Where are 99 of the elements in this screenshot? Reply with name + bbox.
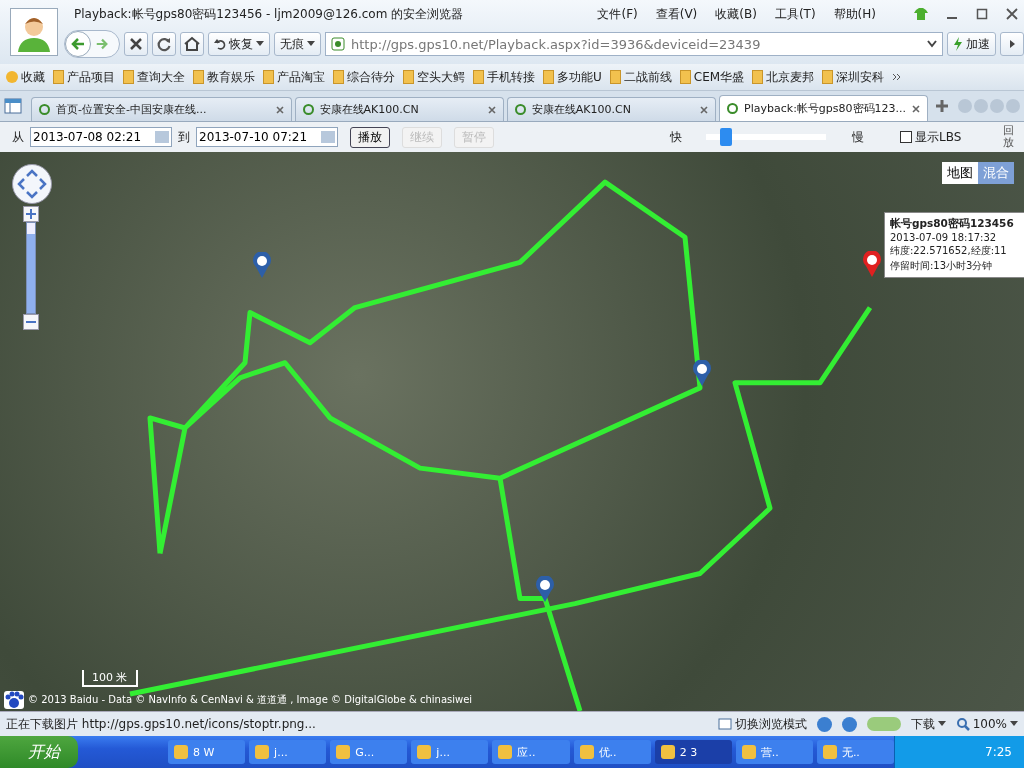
refresh-icon bbox=[156, 36, 172, 52]
close-tab-icon[interactable] bbox=[487, 105, 496, 114]
clock: 7:25 bbox=[985, 745, 1012, 759]
bookmark-item[interactable]: CEM华盛 bbox=[679, 68, 745, 86]
paw-logo-icon bbox=[4, 691, 24, 709]
close-tab-icon[interactable] bbox=[275, 105, 284, 114]
window-icon bbox=[717, 718, 732, 730]
popup-time: 2013-07-09 18:17:32 bbox=[890, 232, 997, 243]
bookmark-item[interactable]: 深圳安科 bbox=[822, 68, 885, 86]
browser-tab[interactable]: 首页-位置安全-中国安康在线... bbox=[31, 97, 292, 121]
start-button[interactable]: 开始 bbox=[0, 736, 78, 768]
address-field[interactable]: http://gps.gps10.net/Playback.aspx?id=3936&deviceid=23439 bbox=[325, 32, 943, 56]
menu-item[interactable]: 帮助(H) bbox=[833, 5, 876, 23]
page-icon bbox=[331, 37, 345, 51]
popup-title: 帐号gps80密码123456 bbox=[890, 217, 1014, 231]
back-button[interactable] bbox=[65, 31, 91, 57]
taskbar-item[interactable]: G... bbox=[330, 740, 408, 764]
taskbar-item[interactable]: j... bbox=[411, 740, 489, 764]
lightning-icon bbox=[953, 37, 963, 51]
avatar-icon[interactable] bbox=[10, 8, 58, 56]
play-triangle-icon bbox=[1007, 39, 1017, 49]
chevron-down-icon[interactable] bbox=[927, 40, 937, 48]
close-tab-icon[interactable] bbox=[700, 105, 709, 114]
incognito-button[interactable]: 无痕 bbox=[274, 32, 321, 56]
zoom-slider[interactable] bbox=[26, 222, 36, 314]
bookmark-item[interactable]: 查询大全 bbox=[123, 68, 185, 86]
speedup-button[interactable]: 加速 bbox=[947, 32, 996, 56]
popup-coords: 纬度:22.571652,经度:11 bbox=[890, 244, 1007, 258]
close-tab-icon[interactable] bbox=[912, 104, 920, 113]
zoom-in-button[interactable] bbox=[23, 206, 39, 222]
bookmark-item[interactable]: 手机转接 bbox=[473, 68, 535, 86]
status-text: 正在下载图片 http://gps.gps10.net/icons/stoptr.png... bbox=[6, 715, 317, 733]
caret-icon bbox=[937, 721, 946, 727]
bookmark-item[interactable]: 产品项目 bbox=[53, 68, 115, 86]
stop-icon bbox=[129, 37, 143, 51]
browser-tab[interactable]: Playback:帐号gps80密码123... bbox=[719, 95, 928, 121]
satellite-map[interactable]: 地图 混合 帐号gps80密码123456 2013-07-09 18:17:32 纬度:22.571652,经度:11 停留时间:13小时3分钟 100 米 © 2013 Baidu - Data © NavInfo & CenNavi & 道道通 , Image © DigitalGlobe & chinasiwei bbox=[0, 152, 1024, 711]
menu-item[interactable]: 文件(F) bbox=[597, 5, 638, 23]
back-arrow-icon bbox=[70, 36, 86, 52]
map-copyright: © 2013 Baidu - Data © NavInfo & CenNavi & 道道通 , Image © DigitalGlobe & chinasiwei bbox=[28, 693, 473, 707]
zoom-button[interactable]: 100% bbox=[955, 717, 1018, 731]
forward-arrow-icon bbox=[95, 37, 109, 51]
undo-icon bbox=[214, 38, 226, 50]
date-field[interactable]: 2013-07-08 02:21 bbox=[30, 127, 172, 147]
taskbar-item[interactable]: 无.. bbox=[816, 740, 894, 764]
new-tab-icon[interactable] bbox=[935, 99, 949, 113]
menu-item[interactable]: 收藏(B) bbox=[715, 5, 757, 23]
taskbar-item[interactable]: 优.. bbox=[573, 740, 651, 764]
start-marker-icon bbox=[862, 251, 882, 277]
shirt-icon[interactable] bbox=[914, 8, 928, 20]
caret-icon bbox=[307, 41, 315, 47]
caret-icon bbox=[1010, 721, 1018, 727]
date-field[interactable]: 2013-07-10 07:21 bbox=[196, 127, 338, 147]
bookmark-item[interactable]: 产品淘宝 bbox=[263, 68, 325, 86]
map-type-tab[interactable]: 地图 bbox=[942, 162, 978, 184]
maximize-icon[interactable] bbox=[976, 8, 988, 20]
bookmark-item[interactable]: 空头大鳄 bbox=[403, 68, 465, 86]
refresh-button[interactable] bbox=[152, 32, 176, 56]
magnifier-icon bbox=[955, 717, 970, 731]
bookmark-item[interactable]: 收藏 bbox=[6, 68, 45, 86]
pan-control[interactable] bbox=[12, 164, 52, 204]
bookmark-item[interactable]: 综合待分 bbox=[333, 68, 395, 86]
menu-item[interactable]: 工具(T) bbox=[774, 5, 816, 23]
sidebar-icon[interactable] bbox=[4, 98, 22, 114]
replay-label[interactable]: 回放 bbox=[1003, 124, 1014, 150]
taskbar-item[interactable]: j... bbox=[249, 740, 327, 764]
from-label: 从 bbox=[12, 128, 24, 146]
popup-stay: 停留时间:13小时3分钟 bbox=[890, 259, 993, 273]
home-button[interactable] bbox=[180, 32, 204, 56]
taskbar-item[interactable]: 8 W bbox=[168, 740, 246, 764]
menu-item[interactable]: 查看(V) bbox=[655, 5, 698, 23]
home-icon bbox=[184, 36, 200, 52]
lbs-checkbox[interactable]: 显示LBS bbox=[900, 128, 962, 146]
taskbar-item[interactable]: 应.. bbox=[492, 740, 570, 764]
taskbar-item[interactable]: 营.. bbox=[735, 740, 813, 764]
browser-tab[interactable]: 安康在线AK100.CN bbox=[506, 97, 717, 121]
slider-thumb[interactable] bbox=[720, 128, 733, 146]
restore-button[interactable]: 恢复 bbox=[208, 32, 270, 56]
more-icon[interactable] bbox=[892, 73, 903, 81]
close-icon[interactable] bbox=[1006, 8, 1018, 20]
bookmark-item[interactable]: 北京麦邦 bbox=[752, 68, 815, 86]
taskbar-item[interactable]: 2 3 bbox=[654, 740, 732, 764]
browser-tab[interactable]: 安康在线AK100.CN bbox=[294, 97, 504, 121]
bookmark-item[interactable]: 二战前线 bbox=[609, 68, 672, 86]
fast-label: 快 bbox=[670, 128, 682, 146]
bookmark-item[interactable]: 教育娱乐 bbox=[193, 68, 255, 86]
next-button[interactable] bbox=[1000, 32, 1024, 56]
caret-icon bbox=[256, 41, 264, 47]
download-button[interactable]: 下载 bbox=[910, 715, 946, 733]
bookmark-item[interactable]: 多功能U bbox=[543, 68, 602, 86]
to-label: 到 bbox=[178, 128, 190, 146]
browse-mode-button[interactable]: 切换浏览模式 bbox=[717, 715, 807, 733]
scale-bar: 100 米 bbox=[82, 670, 138, 687]
slow-label: 慢 bbox=[852, 128, 864, 146]
toggle-icon[interactable] bbox=[866, 717, 901, 731]
zoom-out-button[interactable] bbox=[23, 314, 39, 330]
window-title: Playback:帐号gps80密码123456 - ljm2009@126.com 的安全浏览器 bbox=[73, 5, 465, 23]
playback-button[interactable]: 播放 bbox=[350, 126, 390, 148]
stop-button[interactable] bbox=[124, 32, 148, 56]
